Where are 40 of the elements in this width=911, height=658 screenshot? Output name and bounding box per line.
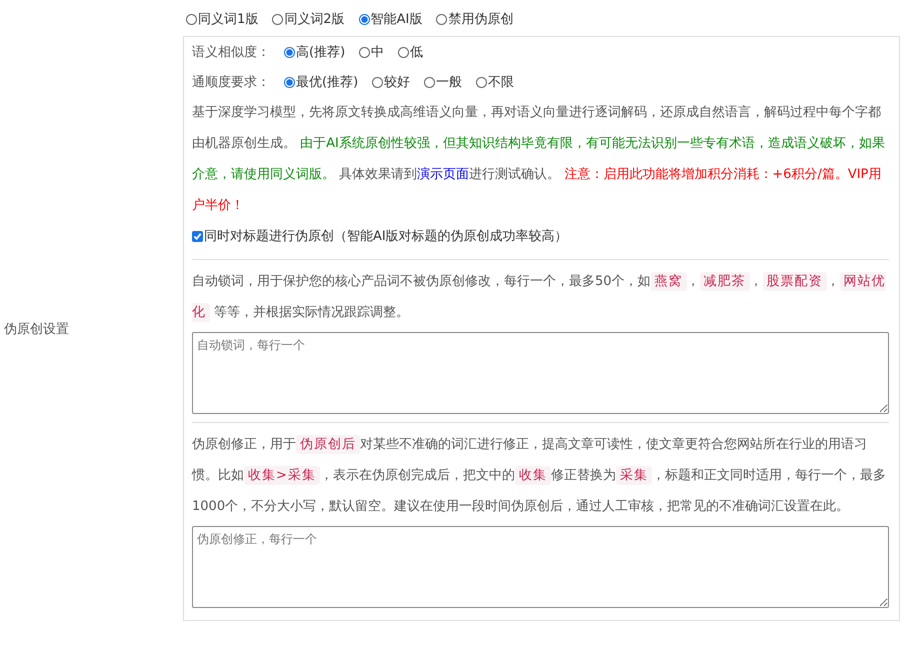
radio-option[interactable]: 中	[359, 43, 384, 61]
radio-option[interactable]: 最优(推荐)	[284, 73, 358, 91]
radio-button[interactable]	[436, 14, 448, 24]
radio-option[interactable]: 同义词2版	[272, 10, 345, 28]
radio-button[interactable]	[272, 14, 284, 24]
keyword-tag: 伪原创后	[296, 435, 360, 454]
keyword-tag: 减肥茶	[700, 272, 750, 291]
radio-button[interactable]	[398, 46, 410, 58]
description-text: 基于深度学习模型，先将原文转换成高维语义向量，再对语义向量进行逐词解码，还原成自然语言，解码过程中每个字都由机器原创生成。 由于AI系统原创性较强，但其知识结构毕竟有限，有可能无法识别一些专有术语，造成语义破坏，如果介意，请使用同义词版。 具体效果请到演示页面进行测试确认。 注意：启用此功能将增加积分消耗：+6积分/篇。VIP用户半价！	[192, 104, 886, 215]
radio-button[interactable]	[359, 46, 370, 58]
radio-option[interactable]: 禁用伪原创	[436, 10, 514, 28]
keyword-tag: 采集	[616, 466, 652, 485]
radio-button[interactable]	[284, 46, 295, 58]
keyword-tag: 股票配资	[762, 272, 827, 291]
lock-words-field[interactable]: 自动锁词，每行一个	[192, 332, 889, 414]
setting-label: 语义相似度：	[192, 44, 270, 61]
radio-option[interactable]: 一般	[424, 73, 462, 91]
radio-button[interactable]	[284, 76, 295, 88]
setting-label: 通顺度要求：	[192, 74, 270, 91]
description-text: 伪原创修正，用于 伪原创后 对某些不准确的词汇进行修正，提高文章可读性，使文章更符合您网站所在行业的用语习惯。比如 收集>采集 ，表示在伪原创完成后，把文中的 收集 修正替换为 采集 ，标题和正文同时适用，每行一个，最多1000个，不分大小写，默认留空。建议在使用一段时间伪原创后，通过人工审核，把常见的不准确词汇设置在此。	[192, 434, 887, 516]
radio-button[interactable]	[476, 76, 488, 88]
radio-option[interactable]: 低	[398, 43, 424, 61]
radio-option[interactable]: 同义词1版	[186, 10, 258, 28]
radio-option[interactable]: 较好	[372, 73, 410, 91]
section-label: 伪原创设置	[4, 321, 69, 338]
radio-option[interactable]: 智能AI版	[358, 10, 422, 28]
checkbox[interactable]	[192, 230, 203, 242]
keyword-tag: 燕窝	[650, 272, 687, 291]
keyword-tag: 收集>采集	[244, 466, 320, 485]
demo-page-link[interactable]: 演示页面	[417, 167, 470, 182]
radio-button[interactable]	[358, 14, 370, 24]
radio-option[interactable]: 高(推荐)	[284, 43, 346, 61]
corrections-field[interactable]: 伪原创修正，每行一个	[192, 526, 889, 608]
keyword-tag: 收集	[514, 466, 551, 485]
radio-button[interactable]	[424, 76, 436, 88]
radio-button[interactable]	[186, 14, 197, 24]
radio-button[interactable]	[372, 76, 384, 88]
checkbox-option[interactable]: 同时对标题进行伪原创（智能AI版对标题的伪原创成功率较高）	[192, 227, 568, 245]
description-text: 自动锁词，用于保护您的核心产品词不被伪原创修改，每行一个，最多50个，如 燕窝 ， 减肥茶 ， 股票配资 ， 网站优化 等等，并根据实际情况跟踪调整。	[192, 271, 887, 324]
radio-option[interactable]: 不限	[476, 73, 514, 91]
